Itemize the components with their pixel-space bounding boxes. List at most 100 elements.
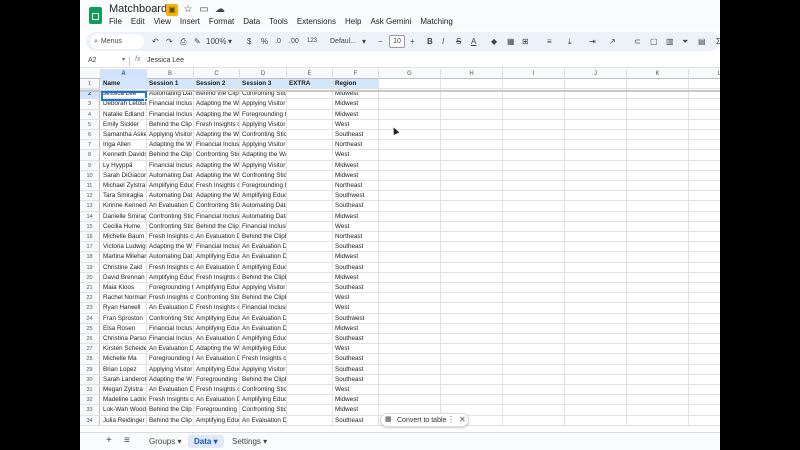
increase-decimal-button[interactable]: .00 <box>289 35 299 48</box>
row-number[interactable]: 13 <box>80 201 100 211</box>
table-cell[interactable] <box>689 273 720 282</box>
table-cell[interactable] <box>379 232 441 242</box>
table-cell[interactable] <box>441 140 503 150</box>
table-cell[interactable]: Confronting Sticky Situations: In <box>240 170 287 180</box>
table-cell[interactable]: Automating Dat <box>147 170 194 180</box>
table-cell[interactable]: Confronting Sticky Situations: In <box>240 130 287 140</box>
menu-item-edit[interactable]: Edit <box>131 17 145 26</box>
table-cell[interactable]: Southeast <box>333 374 379 384</box>
table-cell[interactable]: Northeast <box>333 140 379 150</box>
table-cell[interactable] <box>689 140 720 149</box>
row-number[interactable]: 25 <box>80 323 100 333</box>
row-number[interactable]: 32 <box>80 395 100 405</box>
sheet-tab-chevron-down-icon[interactable]: ▾ <box>211 437 218 446</box>
all-sheets-icon[interactable]: ≡ <box>124 435 130 446</box>
menu-item-insert[interactable]: Insert <box>180 17 200 26</box>
table-cell[interactable]: Applying Visitor Experience Dat <box>240 99 287 109</box>
table-cell[interactable] <box>441 293 503 303</box>
move-to-folder-icon[interactable]: ▣ <box>166 4 178 16</box>
table-cell[interactable]: Confronting Stic <box>194 201 240 211</box>
table-cell[interactable]: Amplifying Educator Voice in the <box>240 395 287 405</box>
table-cell[interactable]: West <box>333 221 379 231</box>
close-icon[interactable]: ✕ <box>459 415 466 424</box>
table-cell[interactable] <box>565 170 627 180</box>
table-cell[interactable] <box>379 283 441 293</box>
borders-icon[interactable]: ▦ <box>507 35 515 48</box>
table-cell[interactable]: Adapting the W <box>147 242 194 252</box>
merge-cells-icon[interactable]: ⊞ <box>522 35 529 48</box>
undo-icon[interactable]: ↶ <box>152 35 159 48</box>
row-number[interactable]: 15 <box>80 221 100 231</box>
text-color-button[interactable]: A <box>471 35 476 48</box>
table-cell[interactable] <box>503 385 565 395</box>
menu-item-tools[interactable]: Tools <box>269 17 288 26</box>
table-cell[interactable]: Amplifying Educ <box>194 252 240 262</box>
table-cell[interactable]: Amplifying Educator Voice in the <box>240 262 287 272</box>
table-cell[interactable] <box>379 313 441 323</box>
select-all-corner[interactable] <box>80 69 101 79</box>
table-cell[interactable]: An Evaluation D <box>194 334 240 344</box>
insert-comment-icon[interactable]: ▢ <box>650 35 658 48</box>
table-cell[interactable] <box>441 119 503 129</box>
table-cell[interactable] <box>503 272 565 282</box>
table-cell[interactable] <box>689 314 720 323</box>
table-cell[interactable] <box>441 283 503 293</box>
table-cell[interactable]: An Evaluation D <box>147 303 194 313</box>
table-cell[interactable] <box>627 344 689 354</box>
table-cell[interactable]: Fresh Insights c <box>194 385 240 395</box>
table-cell[interactable]: Elsa Rosen <box>101 323 147 333</box>
name-box-chevron-down-icon[interactable]: ▾ <box>122 56 125 63</box>
font-size-input[interactable]: 10 <box>389 35 405 48</box>
table-cell[interactable]: An Evaluation D <box>194 262 240 272</box>
table-cell[interactable] <box>627 374 689 384</box>
table-cell[interactable]: Adapting the W <box>194 130 240 140</box>
table-cell[interactable] <box>689 181 720 190</box>
table-cell[interactable]: An Evaluation Department's Jou <box>240 323 287 333</box>
table-cell[interactable]: West <box>333 344 379 354</box>
table-cell[interactable] <box>287 221 333 231</box>
table-cell[interactable]: Maia Kloos <box>101 283 147 293</box>
table-cell[interactable] <box>627 140 689 150</box>
table-cell[interactable] <box>689 334 720 343</box>
row-number[interactable]: 16 <box>80 232 100 242</box>
table-cell[interactable] <box>627 354 689 364</box>
table-cell[interactable]: Rachel Norman <box>101 293 147 303</box>
row-number[interactable]: 19 <box>80 262 100 272</box>
decrease-decimal-button[interactable]: .0 <box>275 35 281 48</box>
table-cell[interactable] <box>565 262 627 272</box>
table-cell[interactable] <box>627 272 689 282</box>
table-cell[interactable] <box>689 385 720 394</box>
table-cell[interactable] <box>565 395 627 405</box>
name-box[interactable]: A2 <box>88 57 97 64</box>
table-cell[interactable] <box>379 385 441 395</box>
table-cell[interactable]: Foregrounding the Visitor: Front <box>240 109 287 119</box>
table-cell[interactable] <box>565 130 627 140</box>
table-cell[interactable]: David Brennan <box>101 272 147 282</box>
table-cell[interactable]: Financial Inclus <box>147 323 194 333</box>
table-cell[interactable] <box>689 110 720 119</box>
table-cell[interactable]: Amplifying Educ <box>147 181 194 191</box>
table-cell[interactable] <box>287 211 333 221</box>
font-size-decrease-button[interactable]: − <box>378 35 383 48</box>
table-cell[interactable] <box>441 109 503 119</box>
table-cell[interactable] <box>287 303 333 313</box>
row-number[interactable]: 9 <box>80 160 100 170</box>
table-cell[interactable]: Northeast <box>333 232 379 242</box>
table-cell[interactable] <box>503 140 565 150</box>
table-cell[interactable]: Ryan Harwell <box>101 303 147 313</box>
paint-format-icon[interactable]: ✎ <box>194 35 201 48</box>
table-cell[interactable] <box>441 344 503 354</box>
table-cell[interactable]: Fresh Insights c <box>194 303 240 313</box>
table-cell[interactable] <box>565 354 627 364</box>
sheet-tab-settings[interactable]: Settings ▾ <box>226 435 273 448</box>
table-cell[interactable]: Automating Data Analysis & Rep <box>240 201 287 211</box>
table-cell[interactable] <box>503 374 565 384</box>
table-cell[interactable] <box>565 303 627 313</box>
table-cell[interactable] <box>441 191 503 201</box>
table-cell[interactable] <box>689 252 720 261</box>
table-cell[interactable] <box>627 364 689 374</box>
table-cell[interactable]: Midwest <box>333 170 379 180</box>
table-cell[interactable] <box>503 303 565 313</box>
table-cell[interactable] <box>565 119 627 129</box>
table-cell[interactable]: Applying Visitor Experience Dat <box>240 364 287 374</box>
